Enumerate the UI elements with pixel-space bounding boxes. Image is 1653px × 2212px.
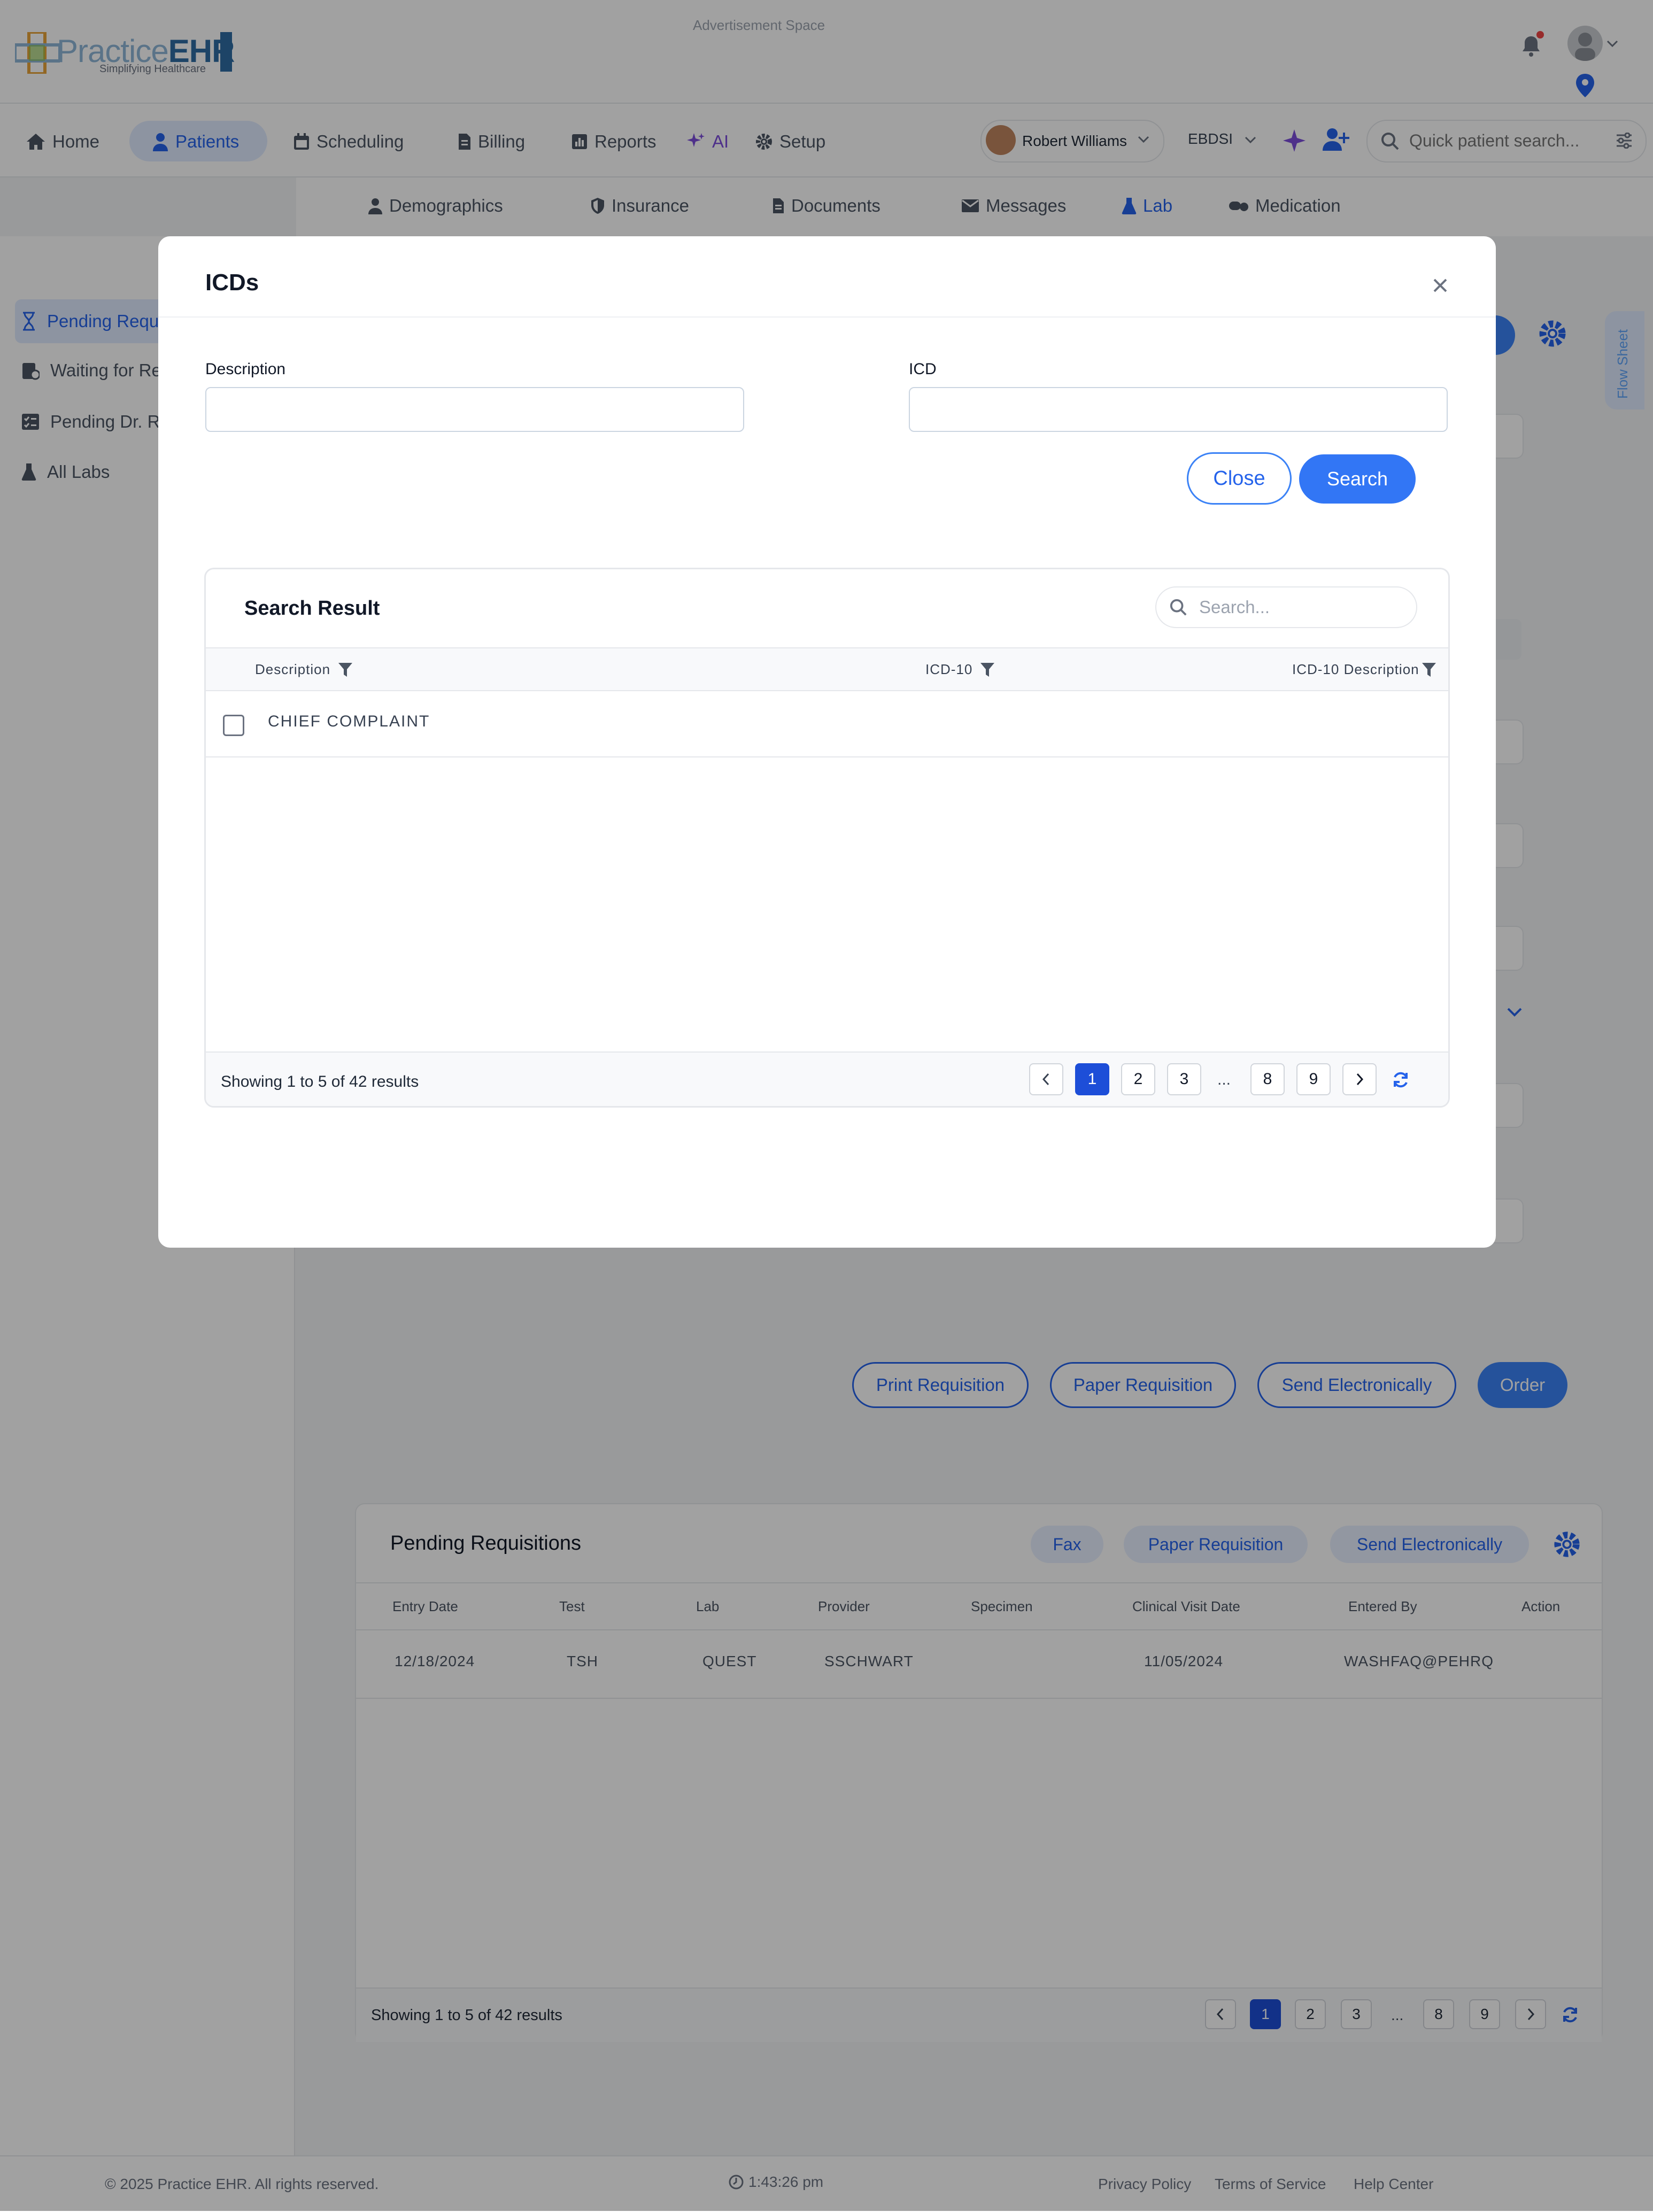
page-9-button[interactable]: 9 [1296, 1063, 1331, 1095]
icds-modal: ICDs Description ICD Close Search Search… [158, 236, 1496, 1248]
column-header-label: Description [255, 661, 331, 677]
icd-input[interactable] [909, 387, 1448, 432]
cell-description: CHIEF COMPLAINT [268, 713, 430, 730]
result-table-header: Description ICD-10 ICD-10 Description [206, 647, 1448, 691]
chevron-right-icon [1356, 1073, 1364, 1086]
modal-title: ICDs [205, 269, 259, 296]
column-header-icd10-description[interactable]: ICD-10 Description [1292, 661, 1436, 678]
close-button[interactable]: Close [1187, 452, 1292, 505]
description-input[interactable] [205, 387, 744, 432]
refresh-icon[interactable] [1392, 1071, 1410, 1089]
search-result-title: Search Result [244, 597, 380, 620]
modal-divider [158, 316, 1496, 318]
pagination-ellipsis: ... [1217, 1071, 1231, 1088]
column-header-label: ICD-10 Description [1292, 661, 1419, 677]
page-3-button[interactable]: 3 [1167, 1063, 1201, 1095]
results-summary: Showing 1 to 5 of 42 results [221, 1073, 419, 1090]
column-header-icd10[interactable]: ICD-10 [925, 661, 995, 678]
column-header-label: ICD-10 [925, 661, 973, 677]
page-2-button[interactable]: 2 [1121, 1063, 1155, 1095]
column-header-description[interactable]: Description [255, 661, 353, 678]
filter-icon[interactable] [980, 662, 995, 678]
search-icon [1170, 599, 1187, 616]
page-8-button[interactable]: 8 [1250, 1063, 1285, 1095]
result-search-input[interactable] [1198, 597, 1403, 618]
filter-icon[interactable] [338, 662, 353, 678]
icd-label: ICD [909, 360, 937, 378]
filter-icon[interactable] [1422, 662, 1436, 678]
result-table-footer: Showing 1 to 5 of 42 results 1 2 3 ... 8… [206, 1051, 1448, 1106]
prev-page-button[interactable] [1029, 1063, 1063, 1095]
search-result-panel: Search Result Description ICD-10 ICD-10 … [204, 568, 1450, 1108]
description-label: Description [205, 360, 286, 378]
page-1-button[interactable]: 1 [1075, 1063, 1109, 1095]
row-checkbox[interactable] [223, 715, 244, 736]
modal-close-icon[interactable] [1426, 272, 1454, 299]
result-search-box[interactable] [1155, 586, 1417, 628]
chevron-left-icon [1042, 1073, 1049, 1086]
table-row[interactable]: CHIEF COMPLAINT [206, 691, 1448, 757]
search-button[interactable]: Search [1299, 454, 1416, 504]
next-page-button[interactable] [1342, 1063, 1377, 1095]
